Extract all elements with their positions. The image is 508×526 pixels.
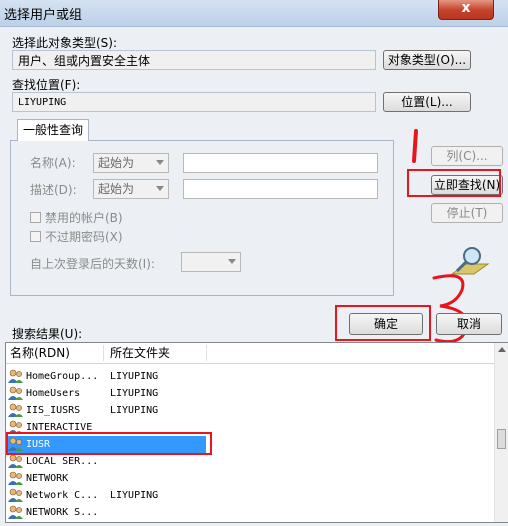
non-expiring-password-checkbox[interactable] <box>30 231 41 242</box>
user-group-icon <box>8 488 24 503</box>
object-type-label: 选择此对象类型(S): <box>12 36 118 50</box>
disabled-accounts-label: 禁用的帐户(B) <box>45 211 123 225</box>
user-group-icon <box>8 505 24 520</box>
chevron-down-icon <box>228 259 236 264</box>
name-mode-value: 起始为 <box>98 156 135 170</box>
row-folder: LIYUPING <box>110 405 159 416</box>
search-results-label: 搜索结果(U): <box>12 327 83 341</box>
row-folder: LIYUPING <box>110 490 159 501</box>
row-name: IIS_IUSRS <box>26 405 81 416</box>
description-input[interactable] <box>183 179 378 199</box>
location-label: 查找位置(F): <box>12 78 81 92</box>
list-item[interactable]: NETWORK S... <box>6 504 486 521</box>
user-group-icon <box>8 454 24 469</box>
column-header-folder[interactable]: 所在文件夹 <box>110 343 170 363</box>
annotation-number-three <box>432 274 469 344</box>
results-scrollbar[interactable] <box>494 343 508 522</box>
row-name: HomeGroup... <box>26 371 99 382</box>
row-name: HomeUsers <box>26 388 81 399</box>
name-input[interactable] <box>183 153 378 173</box>
row-name: NETWORK S... <box>26 507 99 518</box>
list-item[interactable]: Network C... LIYUPING <box>6 487 486 504</box>
user-group-icon <box>8 386 24 401</box>
row-name: NETWORK <box>26 473 69 484</box>
window-title: 选择用户或组 <box>4 8 83 23</box>
scroll-up-icon[interactable] <box>498 347 506 352</box>
user-group-icon <box>8 403 24 418</box>
annotation-box-find-now <box>407 169 501 197</box>
annotation-box-ok <box>335 305 431 341</box>
row-folder: LIYUPING <box>110 388 159 399</box>
description-mode-select[interactable]: 起始为 <box>93 179 169 199</box>
stop-button[interactable]: 停止(T) <box>431 203 503 223</box>
annotation-number-one <box>412 129 418 163</box>
object-type-field: 用户、组或内置安全主体 <box>12 50 376 70</box>
location-field: LIYUPING <box>12 92 376 112</box>
list-item[interactable]: IIS_IUSRS LIYUPING <box>6 402 486 419</box>
list-item[interactable]: HomeGroup... LIYUPING <box>6 368 486 385</box>
object-types-button[interactable]: 对象类型(O)... <box>383 50 471 70</box>
row-folder: LIYUPING <box>110 371 159 382</box>
tab-general-query[interactable]: 一般性查询 <box>17 119 89 141</box>
locations-button[interactable]: 位置(L)... <box>383 92 471 112</box>
columns-button[interactable]: 列(C)... <box>431 146 503 166</box>
list-item[interactable]: LOCAL SER... <box>6 453 486 470</box>
row-name: LOCAL SER... <box>26 456 99 467</box>
name-label: 名称(A): <box>30 156 76 170</box>
user-group-icon <box>8 369 24 384</box>
days-since-logon-label: 自上次登录后的天数(I): <box>30 257 155 271</box>
close-button[interactable]: x <box>438 0 494 20</box>
annotation-box-iusr <box>6 432 212 455</box>
results-header: 名称(RDN) 所在文件夹 <box>6 343 496 364</box>
cancel-button[interactable]: 取消 <box>436 313 502 335</box>
scroll-thumb[interactable] <box>497 429 506 449</box>
disabled-accounts-checkbox[interactable] <box>30 212 41 223</box>
column-header-name[interactable]: 名称(RDN) <box>10 343 70 363</box>
user-group-icon <box>8 471 24 486</box>
description-mode-value: 起始为 <box>98 182 135 196</box>
days-since-logon-select[interactable] <box>181 252 241 272</box>
list-item[interactable]: NETWORK <box>6 470 486 487</box>
name-mode-select[interactable]: 起始为 <box>93 153 169 173</box>
list-item[interactable]: HomeUsers LIYUPING <box>6 385 486 402</box>
row-name: Network C... <box>26 490 99 501</box>
description-label: 描述(D): <box>30 183 77 197</box>
chevron-down-icon <box>156 160 164 165</box>
non-expiring-password-label: 不过期密码(X) <box>45 230 123 244</box>
chevron-down-icon <box>156 186 164 191</box>
